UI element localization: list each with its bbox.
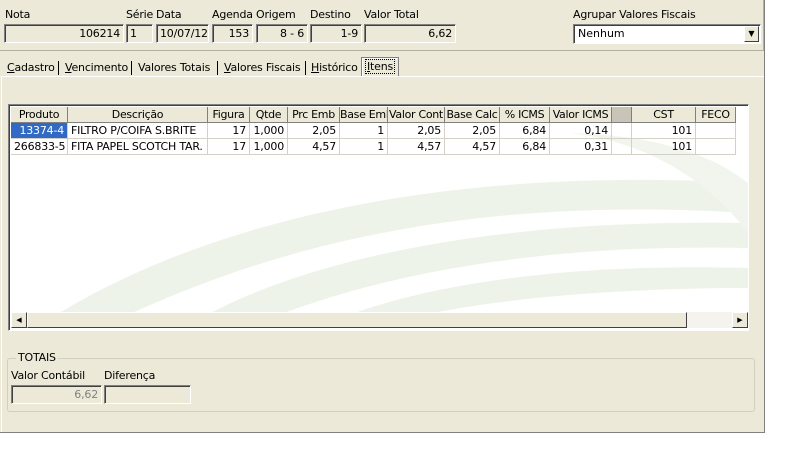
agrupar-label: Agrupar Valores Fiscais <box>573 8 696 21</box>
destino-label: Destino <box>310 8 351 21</box>
cell-valor-icms[interactable]: 0,14 <box>550 123 612 139</box>
horizontal-scrollbar[interactable]: ◀ ▶ <box>11 312 748 328</box>
arrow-right-icon[interactable]: ▶ <box>732 312 748 328</box>
cell-base-calc[interactable]: 4,57 <box>445 139 500 155</box>
valor-contabil-field[interactable]: 6,62 <box>11 385 102 404</box>
cell-blank[interactable] <box>612 123 632 139</box>
valor-total-label: Valor Total <box>364 8 419 21</box>
cell-base-emb[interactable]: 1 <box>340 123 388 139</box>
tab-separator <box>305 61 306 75</box>
agrupar-combo[interactable]: Nenhum ▼ <box>573 24 761 44</box>
chevron-down-icon[interactable]: ▼ <box>744 26 759 42</box>
cell-valor-icms[interactable]: 0,31 <box>550 139 612 155</box>
cell-figura[interactable]: 17 <box>208 139 250 155</box>
cell-base-calc[interactable]: 2,05 <box>445 123 500 139</box>
data-label: Data <box>156 8 182 21</box>
diferenca-field[interactable] <box>104 385 191 404</box>
column-header-figura[interactable]: Figura <box>208 107 250 123</box>
destino-field[interactable]: 1-9 <box>310 24 362 43</box>
column-header-base-emb[interactable]: Base Emb <box>340 107 388 123</box>
tab-valores-totais[interactable]: Valores Totais <box>134 59 214 76</box>
tab-separator <box>131 61 132 75</box>
column-header-qtde[interactable]: Qtde <box>250 107 288 123</box>
tab-vencimento[interactable]: Vencimento <box>61 59 132 76</box>
column-header-valor-cont[interactable]: Valor Cont <box>388 107 445 123</box>
agrupar-value: Nenhum <box>578 27 625 40</box>
cell-produto[interactable]: 266833-5 <box>11 139 68 155</box>
agenda-label: Agenda <box>212 8 253 21</box>
cell-produto[interactable]: 13374-4 <box>11 123 68 139</box>
cell-pct-icms[interactable]: 6,84 <box>500 123 550 139</box>
column-header-valor-icms[interactable]: Valor ICMS <box>550 107 612 123</box>
serie-label: Série <box>126 8 154 21</box>
valor-total-field[interactable]: 6,62 <box>364 24 456 43</box>
serie-field[interactable]: 1 <box>126 24 153 43</box>
tab-separator <box>217 61 218 75</box>
column-header-prc-emb[interactable]: Prc Emb <box>288 107 340 123</box>
valor-contabil-label: Valor Contábil <box>11 369 85 382</box>
tab-historico[interactable]: Histórico <box>307 59 362 76</box>
cell-cst[interactable]: 101 <box>632 139 696 155</box>
nota-label: Nota <box>5 8 31 21</box>
origem-field[interactable]: 8 - 6 <box>256 24 308 43</box>
data-field[interactable]: 10/07/12 <box>156 24 209 43</box>
tab-itens[interactable]: Itens <box>361 57 400 77</box>
column-header-descricao[interactable]: Descrição <box>68 107 208 123</box>
cell-valor-cont[interactable]: 2,05 <box>388 123 445 139</box>
scroll-thumb[interactable] <box>27 312 687 328</box>
cell-feco[interactable] <box>696 139 736 155</box>
cell-blank[interactable] <box>612 139 632 155</box>
tab-separator <box>58 61 59 75</box>
tab-valores-fiscais[interactable]: Valores Fiscais <box>220 59 304 76</box>
column-header-produto[interactable]: Produto <box>11 107 68 123</box>
origem-label: Origem <box>256 8 296 21</box>
cell-prc-emb[interactable]: 2,05 <box>288 123 340 139</box>
main-window: Nota 106214 Série 1 Data 10/07/12 Agenda… <box>0 0 765 433</box>
column-header-base-calc[interactable]: Base Calc <box>445 107 500 123</box>
nota-field[interactable]: 106214 <box>4 24 124 43</box>
items-grid[interactable]: Produto Descrição Figura Qtde Prc Emb Base Em… <box>8 104 749 331</box>
column-header-blank[interactable] <box>612 107 632 123</box>
cell-base-emb[interactable]: 1 <box>340 139 388 155</box>
column-header-pct-icms[interactable]: % ICMS <box>500 107 550 123</box>
cell-descricao[interactable]: FITA PAPEL SCOTCH TAR. <box>68 139 208 155</box>
cell-figura[interactable]: 17 <box>208 123 250 139</box>
cell-valor-cont[interactable]: 4,57 <box>388 139 445 155</box>
arrow-left-icon[interactable]: ◀ <box>11 312 27 328</box>
column-header-feco[interactable]: FECO <box>696 107 736 123</box>
tab-cadastro[interactable]: Cadastro <box>3 59 59 76</box>
cell-cst[interactable]: 101 <box>632 123 696 139</box>
diferenca-label: Diferença <box>104 369 156 382</box>
cell-prc-emb[interactable]: 4,57 <box>288 139 340 155</box>
cell-pct-icms[interactable]: 6,84 <box>500 139 550 155</box>
agenda-field[interactable]: 153 <box>212 24 253 43</box>
column-header-cst[interactable]: CST <box>632 107 696 123</box>
cell-feco[interactable] <box>696 123 736 139</box>
cell-descricao[interactable]: FILTRO P/COIFA S.BRITE <box>68 123 208 139</box>
cell-qtde[interactable]: 1,000 <box>250 139 288 155</box>
cell-qtde[interactable]: 1,000 <box>250 123 288 139</box>
totais-title: TOTAIS <box>16 351 58 364</box>
